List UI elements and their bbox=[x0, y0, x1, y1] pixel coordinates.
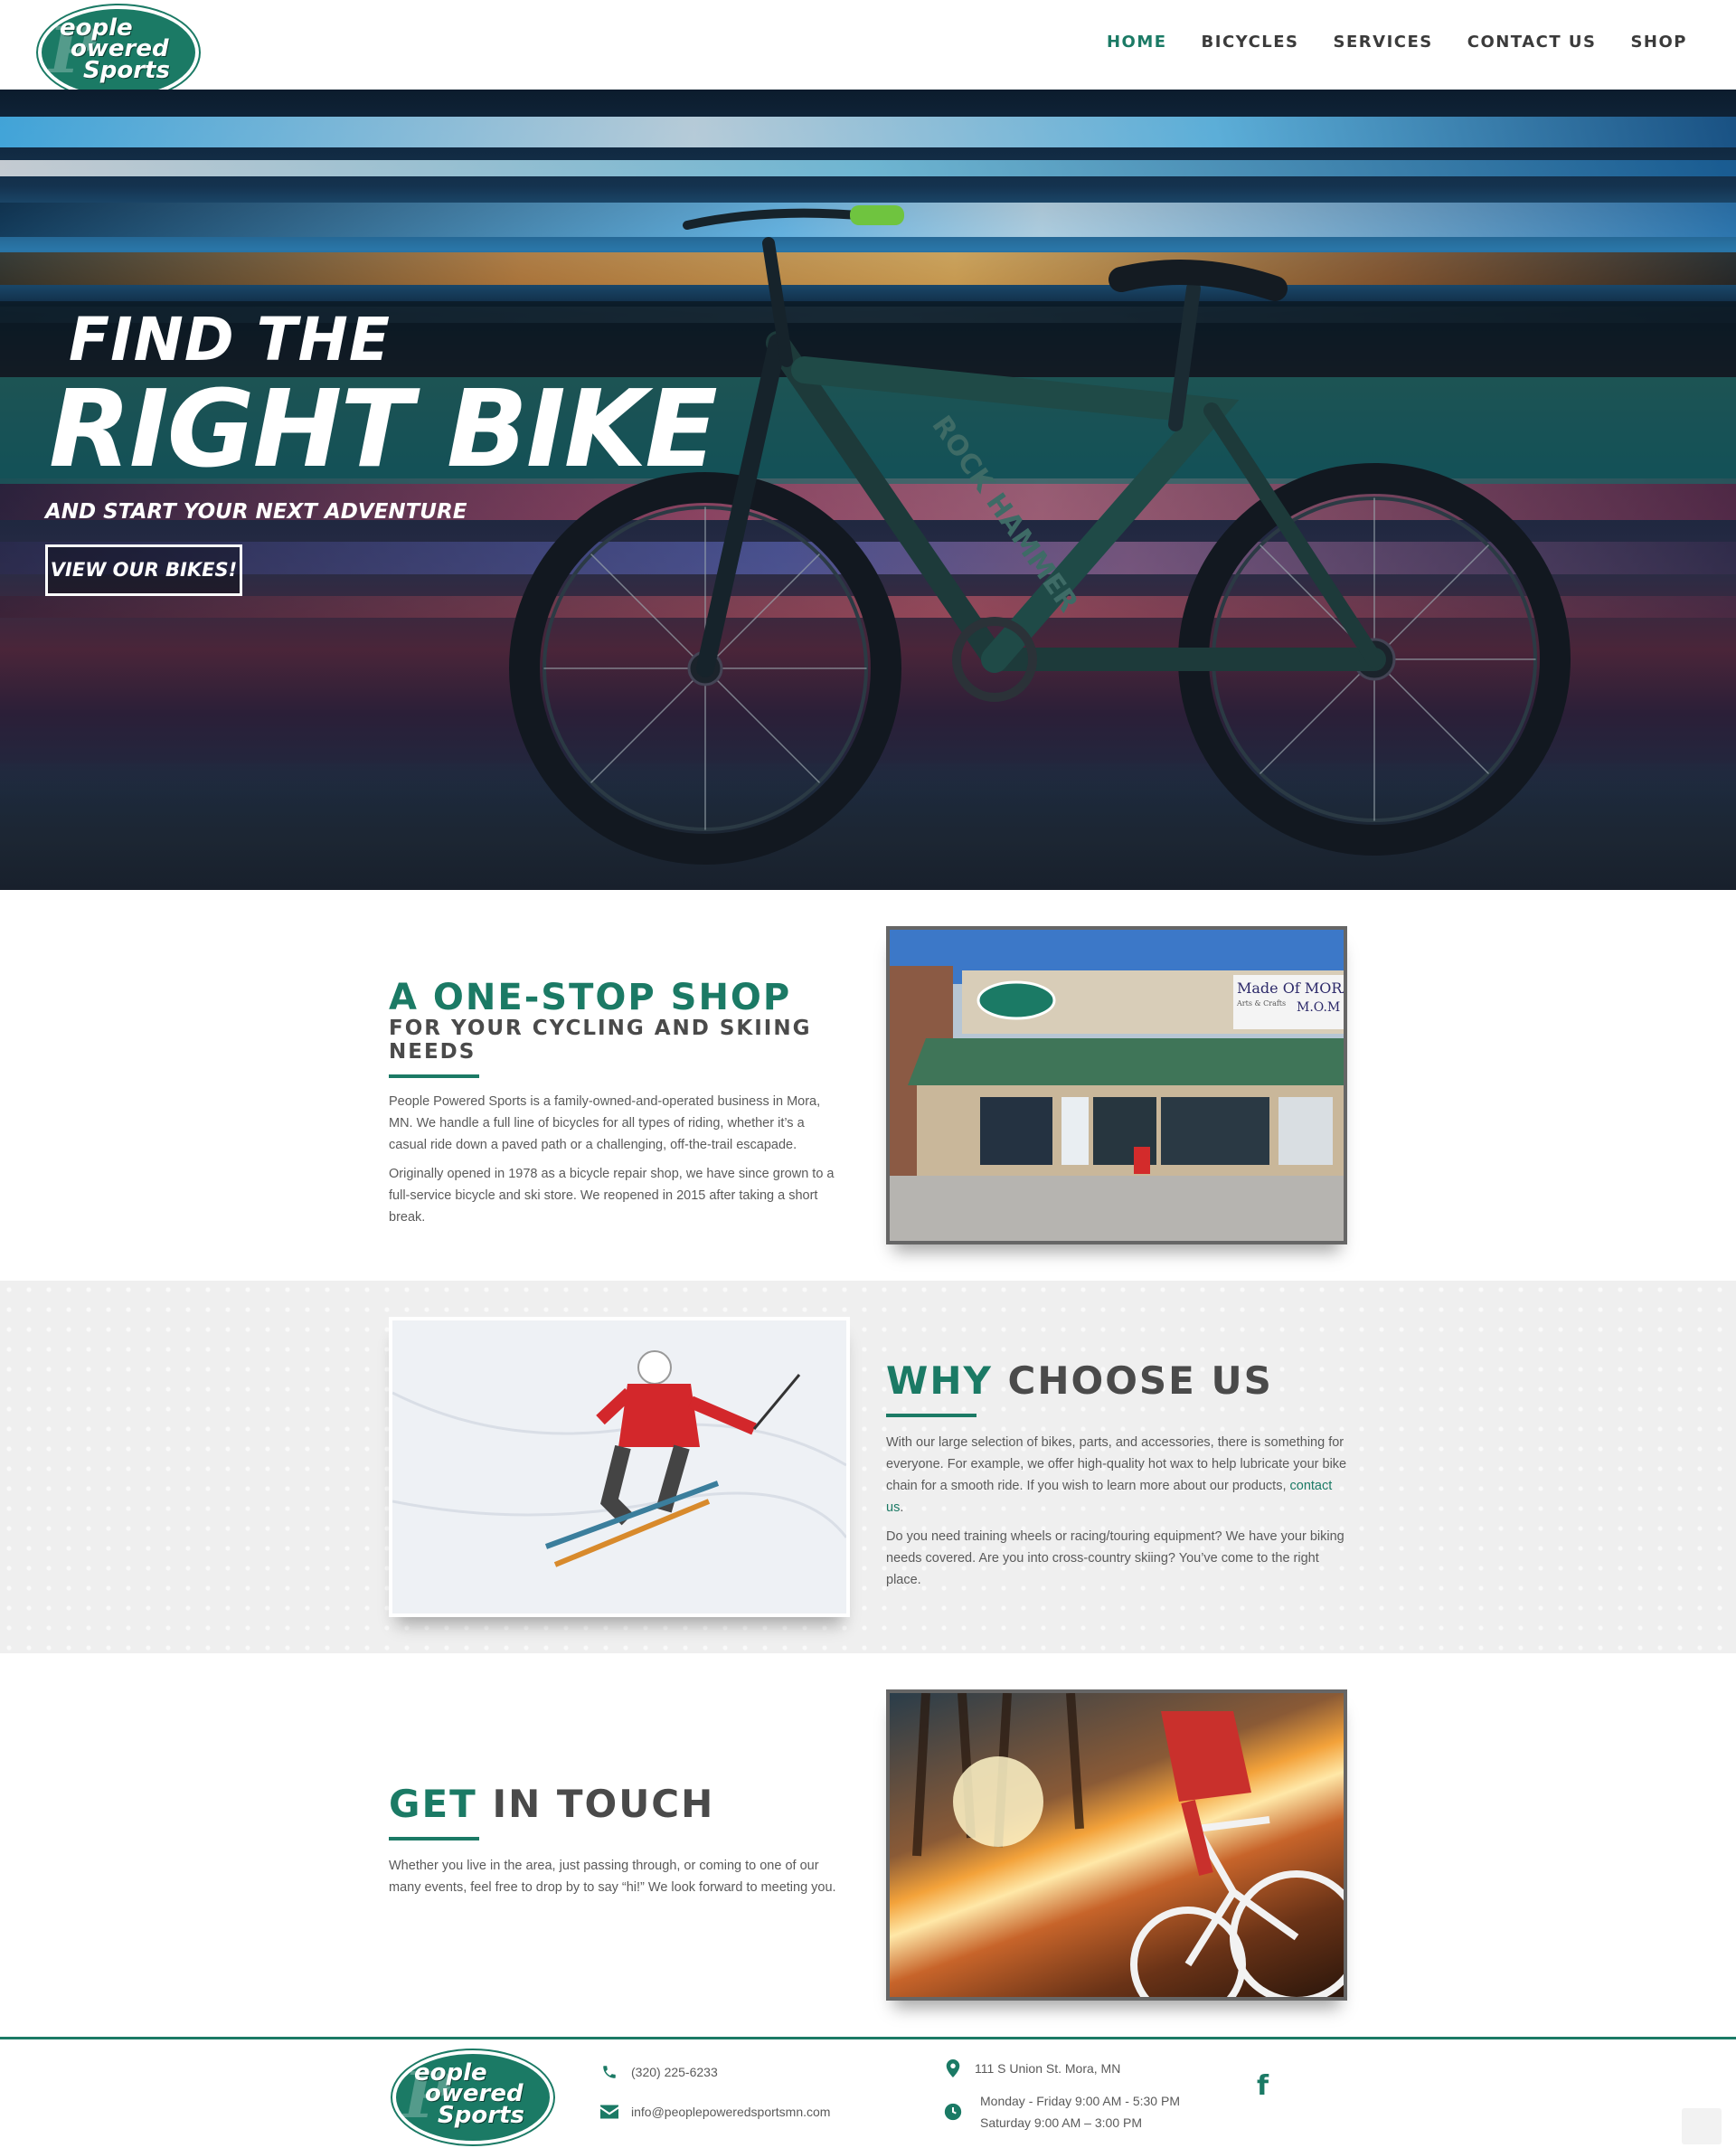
storefront-illustration: Made Of MORA Arts & Crafts M.O.M bbox=[890, 930, 1344, 1241]
why-title: WHY CHOOSE US bbox=[886, 1358, 1347, 1403]
why-text: WHY CHOOSE US With our large selection o… bbox=[886, 1358, 1347, 1591]
site-header: P eople owered Sports HOME BICYCLES SERV… bbox=[0, 0, 1736, 99]
why-title-main: CHOOSE US bbox=[1007, 1358, 1273, 1403]
shop-title: A ONE-STOP SHOP bbox=[389, 977, 792, 1018]
mountain-bike-image: ROCK HAMMER bbox=[509, 205, 1571, 865]
nav-bicycles[interactable]: BICYCLES bbox=[1202, 33, 1299, 52]
storefront-sign-3: M.O.M bbox=[1297, 1000, 1340, 1015]
footer-phone[interactable]: (320) 225-6233 bbox=[600, 2063, 718, 2081]
view-bikes-button[interactable]: VIEW OUR BIKES! bbox=[45, 544, 242, 596]
storefront-sign: Made Of MORA bbox=[1237, 979, 1344, 997]
back-to-top-button[interactable] bbox=[1682, 2108, 1722, 2144]
footer-address: 111 S Union St. Mora, MN bbox=[944, 2059, 1120, 2077]
nav-home[interactable]: HOME bbox=[1107, 33, 1167, 52]
why-paragraph-1-end: . bbox=[900, 1500, 904, 1515]
shop-paragraph-1: People Powered Sports is a family-owned-… bbox=[389, 1094, 821, 1152]
hero-heading-line-1: FIND THE bbox=[69, 305, 391, 374]
shop-subtitle: FOR YOUR CYCLING AND SKIING NEEDS bbox=[389, 1017, 812, 1064]
footer-logo[interactable]: P eople owered Sports bbox=[392, 2050, 553, 2144]
page: P eople owered Sports HOME BICYCLES SERV… bbox=[0, 0, 1736, 2148]
nav-shop[interactable]: SHOP bbox=[1630, 33, 1687, 52]
skier-photo bbox=[389, 1317, 850, 1617]
footer-email-text: info@peoplepoweredsportsmn.com bbox=[631, 2105, 831, 2119]
why-choose-us-section: WHY CHOOSE US With our large selection o… bbox=[0, 1281, 1736, 1653]
storefront-sign-2: Arts & Crafts bbox=[1236, 999, 1286, 1008]
touch-paragraph: Whether you live in the area, just passi… bbox=[389, 1859, 836, 1895]
hero-subheading: AND START YOUR NEXT ADVENTURE bbox=[45, 500, 467, 524]
envelope-icon bbox=[600, 2103, 618, 2121]
main-nav: HOME BICYCLES SERVICES CONTACT US SHOP bbox=[1107, 33, 1687, 52]
title-underline bbox=[389, 1837, 479, 1840]
logo-line-3: Sports bbox=[83, 56, 170, 84]
clock-icon bbox=[944, 2103, 962, 2121]
footer-phone-text: (320) 225-6233 bbox=[631, 2065, 718, 2079]
storefront-photo: Made Of MORA Arts & Crafts M.O.M bbox=[886, 926, 1347, 1244]
light-streak bbox=[0, 117, 1736, 147]
hero-banner: ROCK HAMMER FIND THE RIGHT BIKE AND STAR… bbox=[0, 90, 1736, 890]
phone-icon bbox=[600, 2063, 618, 2081]
shop-text: A ONE-STOP SHOP FOR YOUR CYCLING AND SKI… bbox=[389, 977, 841, 1228]
logo-wordmark: eople owered Sports bbox=[47, 16, 192, 84]
footer-address-text: 111 S Union St. Mora, MN bbox=[975, 2061, 1121, 2076]
site-footer: P eople owered Sports (320) 225-6233 inf… bbox=[0, 2037, 1736, 2148]
why-paragraph-2: Do you need training wheels or racing/to… bbox=[886, 1529, 1344, 1587]
logo-wordmark: eople owered Sports bbox=[401, 2061, 546, 2129]
cyclist-illustration bbox=[912, 1693, 1344, 1997]
logo-line-3: Sports bbox=[438, 2101, 524, 2129]
footer-email[interactable]: info@peoplepoweredsportsmn.com bbox=[600, 2103, 830, 2121]
touch-text: GET IN TOUCH Whether you live in the are… bbox=[389, 1782, 850, 1898]
touch-title-accent: GET bbox=[389, 1782, 477, 1826]
title-underline bbox=[389, 1074, 479, 1078]
why-paragraph-1-text: With our large selection of bikes, parts… bbox=[886, 1435, 1347, 1493]
hours-weekday: Monday - Friday 9:00 AM - 5:30 PM bbox=[980, 2094, 1180, 2108]
get-in-touch-section: GET IN TOUCH Whether you live in the are… bbox=[0, 1653, 1736, 2037]
touch-title: GET IN TOUCH bbox=[389, 1782, 850, 1826]
hero-heading-line-2: RIGHT BIKE bbox=[49, 366, 718, 491]
nav-contact-us[interactable]: CONTACT US bbox=[1467, 33, 1597, 52]
one-stop-shop-section: A ONE-STOP SHOP FOR YOUR CYCLING AND SKI… bbox=[0, 890, 1736, 1281]
footer-hours: Monday - Friday 9:00 AM - 5:30 PM Saturd… bbox=[980, 2090, 1180, 2134]
why-paragraph-1: With our large selection of bikes, parts… bbox=[886, 1432, 1347, 1519]
shop-paragraph-2: Originally opened in 1978 as a bicycle r… bbox=[389, 1167, 835, 1225]
why-title-accent: WHY bbox=[886, 1358, 993, 1403]
skier-illustration bbox=[392, 1320, 846, 1613]
touch-title-main: IN TOUCH bbox=[492, 1782, 715, 1826]
site-logo[interactable]: P eople owered Sports bbox=[38, 5, 199, 99]
map-pin-icon bbox=[944, 2059, 962, 2077]
trail-cyclist-photo bbox=[886, 1689, 1347, 2001]
hours-saturday: Saturday 9:00 AM – 3:00 PM bbox=[980, 2115, 1142, 2130]
facebook-icon[interactable]: f bbox=[1257, 2070, 1269, 2102]
nav-services[interactable]: SERVICES bbox=[1334, 33, 1433, 52]
title-underline bbox=[886, 1414, 976, 1417]
